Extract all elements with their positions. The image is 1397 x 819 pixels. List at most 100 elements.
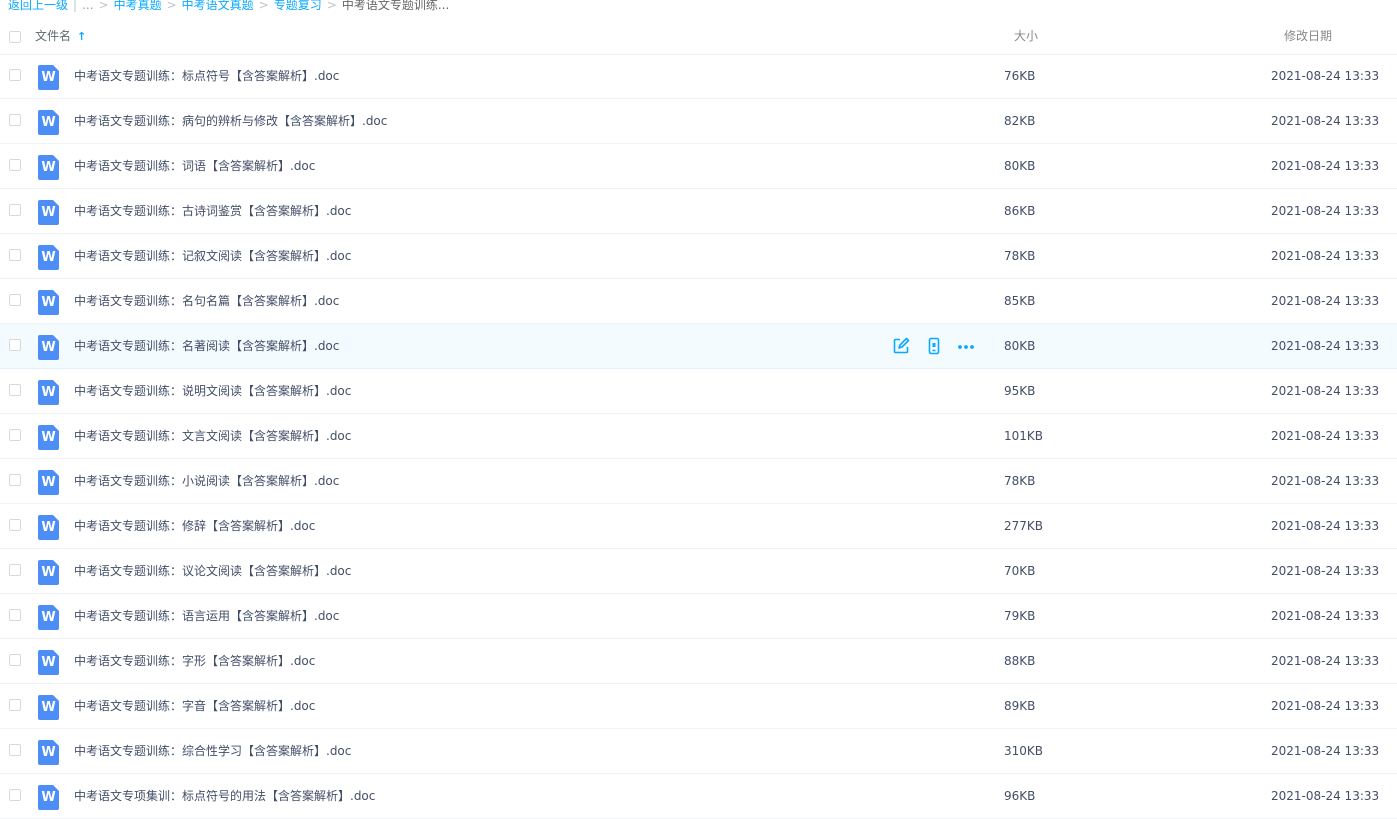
word-doc-icon[interactable]: W — [38, 470, 59, 495]
file-row[interactable]: W 中考语文专题训练：病句的辨析与修改【含答案解析】.doc 82KB 2021-08… — [0, 99, 1397, 144]
file-name[interactable]: 中考语文专题训练：病句的辨析与修改【含答案解析】.doc — [74, 113, 387, 129]
file-row[interactable]: W 中考语文专题训练：小说阅读【含答案解析】.doc 78KB 2021-08-24 … — [0, 459, 1397, 504]
file-name[interactable]: 中考语文专项集训：标点符号的用法【含答案解析】.doc — [74, 788, 375, 804]
breadcrumb-ellipsis[interactable]: ... — [82, 0, 93, 12]
row-checkbox[interactable] — [9, 384, 21, 396]
column-header-size[interactable]: 大小 — [1014, 28, 1038, 44]
breadcrumb-item-3[interactable]: 专题复习 — [274, 0, 322, 12]
column-header-name[interactable]: 文件名 ↑ — [35, 28, 86, 45]
row-checkbox[interactable] — [9, 249, 21, 261]
word-doc-icon[interactable]: W — [38, 65, 59, 90]
file-size: 70KB — [1004, 564, 1036, 578]
row-checkbox[interactable] — [9, 114, 21, 126]
word-doc-icon-letter: W — [41, 475, 56, 490]
word-doc-icon-letter: W — [41, 385, 56, 400]
file-row[interactable]: W 中考语文专题训练：字音【含答案解析】.doc 89KB 2021-08-24 13… — [0, 684, 1397, 729]
row-checkbox[interactable] — [9, 744, 21, 756]
file-date: 2021-08-24 13:33 — [1271, 204, 1380, 218]
word-doc-icon[interactable]: W — [38, 290, 59, 315]
word-doc-icon[interactable]: W — [38, 200, 59, 225]
word-doc-icon[interactable]: W — [38, 380, 59, 405]
edit-icon[interactable] — [892, 337, 910, 355]
breadcrumb-item-1[interactable]: 中考真题 — [114, 0, 162, 12]
word-doc-icon[interactable]: W — [38, 650, 59, 675]
word-doc-icon[interactable]: W — [38, 695, 59, 720]
word-doc-icon[interactable]: W — [38, 560, 59, 585]
file-size: 86KB — [1004, 204, 1036, 218]
row-checkbox[interactable] — [9, 294, 21, 306]
file-row[interactable]: W 中考语文专题训练：词语【含答案解析】.doc 80KB 2021-08-24 13… — [0, 144, 1397, 189]
word-doc-icon[interactable]: W — [38, 605, 59, 630]
row-checkbox[interactable] — [9, 159, 21, 171]
file-row[interactable]: W 中考语文专题训练：标点符号【含答案解析】.doc 76KB 2021-08-24 … — [0, 54, 1397, 99]
file-date: 2021-08-24 13:33 — [1271, 519, 1380, 533]
file-name[interactable]: 中考语文专题训练：词语【含答案解析】.doc — [74, 158, 315, 174]
file-name[interactable]: 中考语文专题训练：名句名篇【含答案解析】.doc — [74, 293, 339, 309]
file-name[interactable]: 中考语文专题训练：文言文阅读【含答案解析】.doc — [74, 428, 351, 444]
file-row[interactable]: W 中考语文专题训练：文言文阅读【含答案解析】.doc 101KB 2021-08-2… — [0, 414, 1397, 459]
row-checkbox[interactable] — [9, 204, 21, 216]
file-name[interactable]: 中考语文专题训练：字形【含答案解析】.doc — [74, 653, 315, 669]
word-doc-icon[interactable]: W — [38, 155, 59, 180]
word-doc-icon-letter: W — [41, 430, 56, 445]
file-name[interactable]: 中考语文专题训练：古诗词鉴赏【含答案解析】.doc — [74, 203, 351, 219]
row-checkbox[interactable] — [9, 339, 21, 351]
word-doc-icon-letter: W — [41, 160, 56, 175]
breadcrumb: 返回上一级 |... > 中考真题 > 中考语文真题 > 专题复习 > 中考语文专题训练... — [8, 0, 449, 14]
file-row[interactable]: W 中考语文专题训练：记叙文阅读【含答案解析】.doc 78KB 2021-08-24… — [0, 234, 1397, 279]
file-row[interactable]: W 中考语文专题训练：说明文阅读【含答案解析】.doc 95KB 2021-08-24… — [0, 369, 1397, 414]
row-checkbox[interactable] — [9, 564, 21, 576]
row-checkbox[interactable] — [9, 519, 21, 531]
file-row[interactable]: W 中考语文专题训练：字形【含答案解析】.doc 88KB 2021-08-24 13… — [0, 639, 1397, 684]
row-checkbox[interactable] — [9, 609, 21, 621]
file-row[interactable]: W 中考语文专题训练：修辞【含答案解析】.doc 277KB 2021-08-24 1… — [0, 504, 1397, 549]
file-name[interactable]: 中考语文专题训练：议论文阅读【含答案解析】.doc — [74, 563, 351, 579]
file-name[interactable]: 中考语文专题训练：说明文阅读【含答案解析】.doc — [74, 383, 351, 399]
word-doc-icon[interactable]: W — [38, 515, 59, 540]
word-doc-icon[interactable]: W — [38, 110, 59, 135]
file-row[interactable]: W 中考语文专题训练：语言运用【含答案解析】.doc 79KB 2021-08-24 … — [0, 594, 1397, 639]
column-header-date[interactable]: 修改日期 — [1284, 28, 1332, 44]
file-row[interactable]: W 中考语文专题训练：名句名篇【含答案解析】.doc 85KB 2021-08-24 … — [0, 279, 1397, 324]
word-doc-icon[interactable]: W — [38, 740, 59, 765]
file-size: 80KB — [1004, 339, 1036, 353]
file-date: 2021-08-24 13:33 — [1271, 474, 1380, 488]
row-checkbox[interactable] — [9, 474, 21, 486]
file-size: 96KB — [1004, 789, 1036, 803]
row-checkbox[interactable] — [9, 789, 21, 801]
file-row[interactable]: W 中考语文专题训练：议论文阅读【含答案解析】.doc 70KB 2021-08-24… — [0, 549, 1397, 594]
row-checkbox[interactable] — [9, 429, 21, 441]
row-checkbox[interactable] — [9, 699, 21, 711]
row-checkbox[interactable] — [9, 654, 21, 666]
word-doc-icon[interactable]: W — [38, 785, 59, 810]
file-row[interactable]: W 中考语文专题训练：古诗词鉴赏【含答案解析】.doc 86KB 2021-08-24… — [0, 189, 1397, 234]
file-name[interactable]: 中考语文专题训练：记叙文阅读【含答案解析】.doc — [74, 248, 351, 264]
back-link[interactable]: 返回上一级 — [8, 0, 68, 12]
word-doc-icon[interactable]: W — [38, 425, 59, 450]
file-name[interactable]: 中考语文专题训练：小说阅读【含答案解析】.doc — [74, 473, 339, 489]
file-date: 2021-08-24 13:33 — [1271, 159, 1380, 173]
file-name[interactable]: 中考语文专题训练：名著阅读【含答案解析】.doc — [74, 338, 339, 354]
file-size: 310KB — [1004, 744, 1044, 758]
file-name[interactable]: 中考语文专题训练：修辞【含答案解析】.doc — [74, 518, 315, 534]
more-icon[interactable] — [957, 337, 975, 355]
file-name[interactable]: 中考语文专题训练：语言运用【含答案解析】.doc — [74, 608, 339, 624]
row-checkbox[interactable] — [9, 69, 21, 81]
select-all-checkbox[interactable] — [9, 31, 21, 43]
file-row[interactable]: W 中考语文专题训练：综合性学习【含答案解析】.doc 310KB 2021-08-2… — [0, 729, 1397, 774]
file-name[interactable]: 中考语文专题训练：标点符号【含答案解析】.doc — [74, 68, 339, 84]
file-name[interactable]: 中考语文专题训练：字音【含答案解析】.doc — [74, 698, 315, 714]
file-row[interactable]: W 中考语文专题训练：名著阅读【含答案解析】.doc 80KB 2021-08-24 … — [0, 324, 1397, 369]
word-doc-icon[interactable]: W — [38, 335, 59, 360]
file-row[interactable]: W 中考语文专项集训：标点符号的用法【含答案解析】.doc 96KB 2021-08-… — [0, 774, 1397, 819]
column-header-name-label: 文件名 — [35, 29, 72, 43]
file-list: W 中考语文专题训练：标点符号【含答案解析】.doc 76KB 2021-08-24 … — [0, 54, 1397, 819]
phone-icon[interactable] — [925, 337, 943, 355]
breadcrumb-item-2[interactable]: 中考语文真题 — [182, 0, 254, 12]
chevron-right-icon: > — [326, 0, 337, 12]
file-name[interactable]: 中考语文专题训练：综合性学习【含答案解析】.doc — [74, 743, 351, 759]
file-size: 85KB — [1004, 294, 1036, 308]
file-date: 2021-08-24 13:33 — [1271, 384, 1380, 398]
word-doc-icon-letter: W — [41, 790, 56, 805]
word-doc-icon[interactable]: W — [38, 245, 59, 270]
